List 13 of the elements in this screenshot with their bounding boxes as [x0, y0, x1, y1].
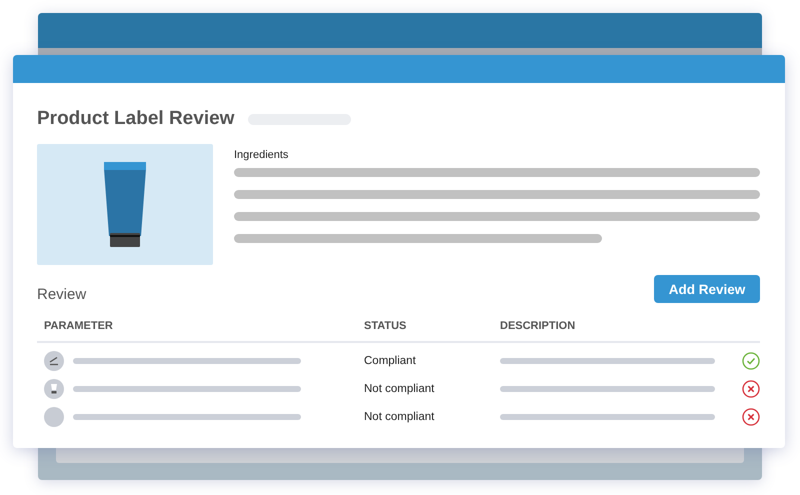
status-text: Not compliant: [364, 411, 436, 423]
column-header: PARAMETER: [44, 320, 114, 332]
status-text: Not compliant: [364, 383, 436, 395]
column-header: STATUS: [364, 320, 408, 332]
section-heading: Review: [37, 286, 86, 303]
column-header: DESCRIPTION: [500, 320, 576, 332]
placeholder-icon: [44, 407, 64, 427]
tube-icon: [44, 379, 64, 399]
ingredients-label: Ingredients: [234, 149, 290, 161]
status-text: Compliant: [364, 355, 417, 367]
add-review-button[interactable]: Add Review: [654, 275, 760, 303]
pen-icon: [44, 351, 64, 371]
page-title: Product Label Review: [37, 108, 234, 130]
